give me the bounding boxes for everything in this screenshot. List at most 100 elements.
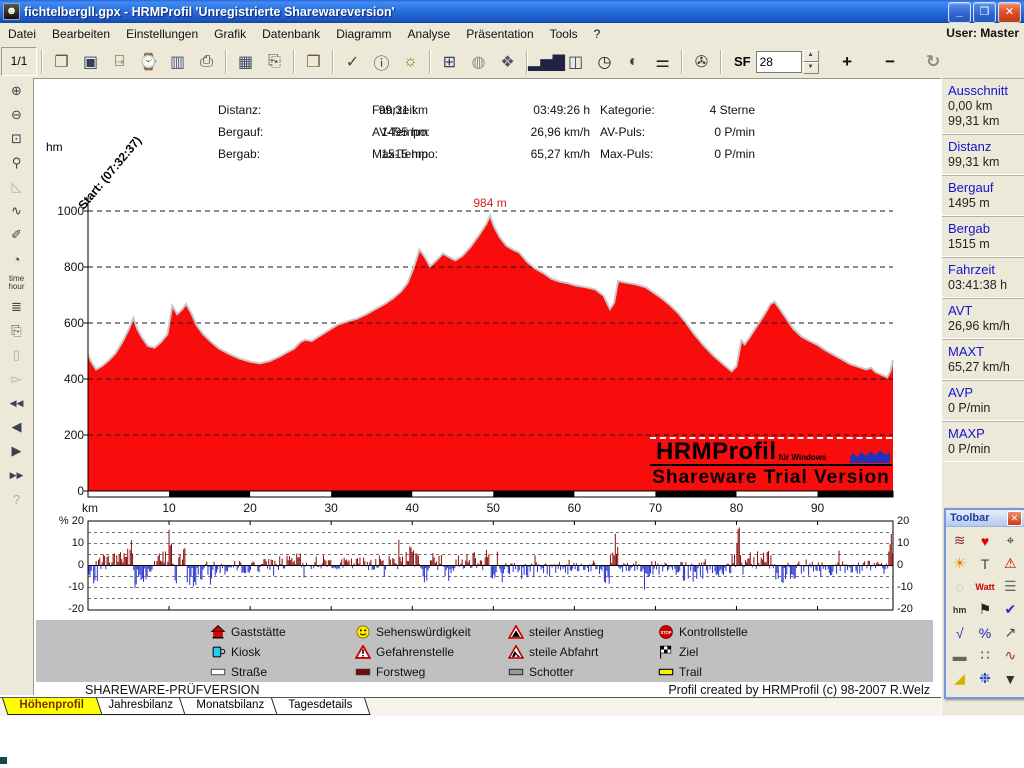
gradient-tick-label: -10 — [897, 581, 927, 593]
panel-item-value: 0,00 km — [948, 99, 1019, 114]
hrm-cards-icon[interactable]: ▥ — [163, 48, 192, 75]
context-help-icon[interactable]: ? — [4, 488, 30, 510]
full-screen-icon[interactable]: ⊡ — [4, 128, 30, 150]
ruler-icon[interactable]: ◺ — [4, 176, 30, 198]
data-table-icon[interactable]: ▦ — [231, 48, 260, 75]
panel-item-value: 1495 m — [948, 196, 1019, 211]
profile-chart-icon[interactable]: ≋ — [947, 529, 972, 552]
hatch-lines-icon[interactable]: ☰ — [998, 575, 1023, 598]
info-dialog-icon[interactable]: ⓘ — [367, 48, 396, 75]
tip-bulb-icon[interactable]: ☼ — [396, 48, 425, 75]
paint-chart-icon[interactable]: ✐ — [4, 224, 30, 246]
arrow-up-right-icon[interactable]: ↗ — [998, 621, 1023, 644]
sun-weather-icon[interactable]: ☀ — [947, 552, 972, 575]
dropdown-arrow-icon[interactable]: ▼ — [998, 667, 1023, 690]
color-balls-icon[interactable]: ❖ — [493, 48, 522, 75]
paste-clipboard-icon[interactable]: ❒ — [299, 48, 328, 75]
print-icon[interactable]: ⎙ — [192, 48, 221, 75]
menu-item-datei[interactable]: Datei — [0, 24, 44, 44]
menu-item-analyse[interactable]: Analyse — [400, 24, 459, 44]
next-record-icon[interactable]: ▶ — [4, 440, 30, 462]
spinner-down-icon[interactable]: ▼ — [803, 62, 819, 74]
heart-pulse-icon[interactable]: ♥ — [972, 529, 997, 552]
chart-frame-icon[interactable]: ◫ — [561, 48, 590, 75]
menu-item-einstellungen[interactable]: Einstellungen — [118, 24, 206, 44]
gear-cluster-icon[interactable]: ❉ — [972, 667, 997, 690]
panel-item-value: 65,27 km/h — [948, 360, 1019, 375]
scale-factor-input[interactable] — [756, 51, 802, 73]
bar-chart-icon[interactable]: ▂▅▇ — [532, 48, 561, 75]
tshirt-icon[interactable]: T — [972, 552, 997, 575]
panel-item-value: 0 P/min — [948, 442, 1019, 457]
first-record-icon[interactable]: ◀◀ — [4, 392, 30, 414]
globe-icon[interactable]: ◍ — [464, 48, 493, 75]
beamer-export-icon[interactable]: ✇ — [687, 48, 716, 75]
restore-button[interactable]: ❐ — [973, 2, 996, 23]
menu-item-tools[interactable]: Tools — [542, 24, 586, 44]
track-lanes-icon[interactable]: ⚌ — [648, 48, 677, 75]
descent-icon — [508, 645, 524, 659]
finish-flag-icon[interactable]: ⚑ — [972, 598, 997, 621]
watch-icon[interactable]: ⌚ — [134, 48, 163, 75]
copy-report-icon[interactable]: ⎘ — [260, 48, 289, 75]
prev-record-icon[interactable]: ◀ — [4, 416, 30, 438]
zoom-out-button[interactable]: − — [876, 48, 905, 75]
palette-title-bar[interactable]: Toolbar ✕ — [946, 510, 1024, 527]
add-note-icon[interactable]: ⎘ — [4, 320, 30, 342]
tab-tagesdetails[interactable]: Tagesdetails — [271, 698, 370, 715]
beamer-icon[interactable]: ⌖ — [998, 529, 1023, 552]
zoom-out-page-icon[interactable]: ⊖ — [4, 104, 30, 126]
hm-slope-icon[interactable]: hm — [947, 598, 972, 621]
chart-window-icon[interactable]: ⊞ — [435, 48, 464, 75]
check-dialog-icon[interactable]: ✓ — [338, 48, 367, 75]
menu-item-prsentation[interactable]: Präsentation — [458, 24, 541, 44]
y-tick-label: 200 — [44, 428, 84, 442]
last-record-icon[interactable]: ▶▶ — [4, 464, 30, 486]
tab-monatsbilanz[interactable]: Monatsbilanz — [179, 698, 282, 715]
lookup-book-icon[interactable]: ≣ — [4, 296, 30, 318]
globe-night-icon[interactable]: ◐ — [619, 48, 648, 75]
zoom-in-page-icon[interactable]: ⊕ — [4, 80, 30, 102]
watt-icon[interactable]: Watt — [972, 575, 997, 598]
panel-item-bergab: Bergab1515 m — [942, 216, 1024, 257]
curve-chart-icon[interactable]: ∿ — [4, 200, 30, 222]
gradient-tick-label: -20 — [40, 603, 84, 615]
list-items-icon[interactable]: ∷ — [972, 644, 997, 667]
panel-item-label: Distanz — [948, 139, 1019, 154]
minimize-button[interactable]: _ — [948, 2, 971, 23]
spinner-up-icon[interactable]: ▲ — [803, 50, 819, 62]
mini-chart-icon[interactable]: ∿ — [998, 644, 1023, 667]
menu-item-grafik[interactable]: Grafik — [206, 24, 254, 44]
menu-item-diagramm[interactable]: Diagramm — [328, 24, 399, 44]
abc-sqrt-icon[interactable]: √ — [947, 621, 972, 644]
stats-label: Max-Puls: — [600, 147, 653, 161]
road-surface-icon[interactable]: ▬ — [947, 644, 972, 667]
abc-check-icon[interactable]: ✔ — [998, 598, 1023, 621]
clock-icon[interactable]: ◔ — [4, 248, 30, 270]
new-page-icon[interactable]: ▯ — [4, 344, 30, 366]
open-file-icon[interactable]: ❐ — [47, 48, 76, 75]
clock-disabled-icon[interactable]: ◌ — [947, 575, 972, 598]
tab-höhenprofil[interactable]: Höhenprofil — [2, 698, 102, 715]
time-hour-icon[interactable]: timehour — [4, 272, 30, 294]
magnifier-icon[interactable]: ⚲ — [4, 152, 30, 174]
palette-close-button[interactable]: ✕ — [1007, 511, 1022, 526]
save-icon[interactable]: ▣ — [76, 48, 105, 75]
refresh-button[interactable]: ↻ — [919, 48, 948, 75]
mountain-icon[interactable]: ◢ — [947, 667, 972, 690]
percent-icon[interactable]: % — [972, 621, 997, 644]
close-button[interactable]: ✕ — [998, 2, 1021, 23]
menu-item-datenbank[interactable]: Datenbank — [254, 24, 328, 44]
add-page-icon[interactable]: ▻ — [4, 368, 30, 390]
x-tick-label: 80 — [716, 501, 756, 515]
zoom-in-button[interactable]: + — [833, 48, 862, 75]
legend-item: steile Abfahrt — [508, 645, 598, 659]
menu-item-bearbeiten[interactable]: Bearbeiten — [44, 24, 118, 44]
y-tick-label: 800 — [44, 260, 84, 274]
palette-title: Toolbar — [950, 512, 1007, 524]
exit-door-icon[interactable]: ⍈ — [105, 48, 134, 75]
menu-item-help[interactable]: ? — [586, 24, 609, 44]
warning-triangle-icon[interactable]: ⚠ — [998, 552, 1023, 575]
stopwatch-icon[interactable]: ◷ — [590, 48, 619, 75]
tab-jahresbilanz[interactable]: Jahresbilanz — [91, 698, 191, 715]
